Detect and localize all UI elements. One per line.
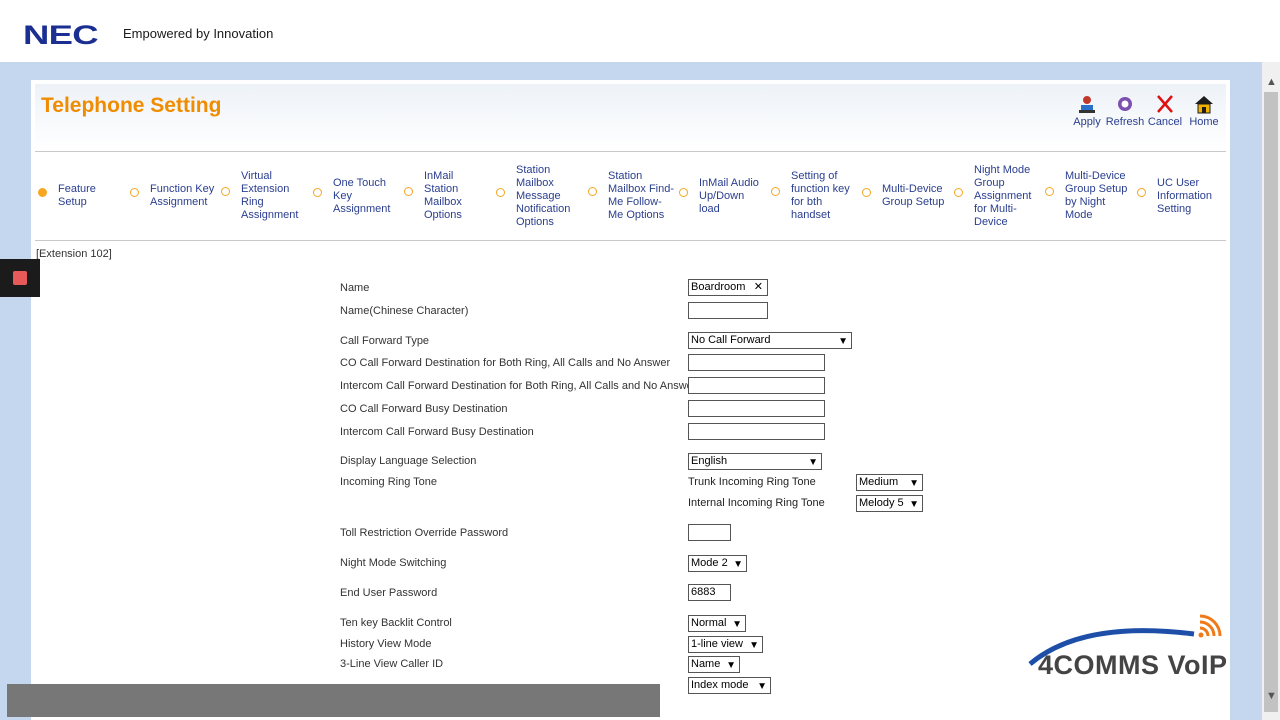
- chevron-down-icon: ▼: [732, 619, 742, 630]
- chevron-down-icon: ▼: [838, 336, 848, 347]
- intercom-cf-busy-field[interactable]: [688, 423, 825, 440]
- cancel-label: Cancel: [1147, 116, 1183, 128]
- tab-one-touch-key[interactable]: One Touch Key Assignment: [313, 177, 393, 216]
- tab-inmail-mailbox-options[interactable]: InMail Station Mailbox Options: [404, 170, 476, 222]
- name-chinese-label: Name(Chinese Character): [340, 305, 469, 317]
- end-user-password-label: End User Password: [340, 587, 438, 599]
- history-view-mode-select[interactable]: 1-line view ▼: [688, 636, 763, 653]
- index-mode-select[interactable]: Index mode ▼: [688, 677, 771, 694]
- name-label: Name: [340, 282, 370, 294]
- call-forward-type-select[interactable]: No Call Forward ▼: [688, 332, 852, 349]
- panel-header: Telephone Setting Apply Refresh Cancel H…: [35, 84, 1226, 150]
- chevron-down-icon: ▼: [749, 640, 759, 651]
- tab-mailbox-notification[interactable]: Station Mailbox Message Notification Opt…: [496, 164, 576, 229]
- cancel-icon: [1157, 95, 1173, 113]
- intercom-cf-destination-field[interactable]: [688, 377, 825, 394]
- tab-feature-setup[interactable]: Feature Setup: [38, 183, 118, 209]
- tab-uc-user-information[interactable]: UC User Information Setting: [1137, 177, 1223, 216]
- radio-icon: [679, 188, 688, 197]
- co-cf-destination-field[interactable]: [688, 354, 825, 371]
- top-banner: NEC Empowered by Innovation: [0, 0, 1280, 62]
- tab-bth-handset[interactable]: Setting of function key for bth handset: [771, 170, 853, 222]
- radio-icon: [496, 188, 505, 197]
- radio-icon: [313, 188, 322, 197]
- tab-multi-device-night-mode[interactable]: Multi-Device Group Setup by Night Mode: [1045, 170, 1129, 222]
- radio-icon: [1045, 187, 1054, 196]
- refresh-label: Refresh: [1105, 116, 1145, 128]
- toll-override-password-field[interactable]: [688, 524, 731, 541]
- radio-icon: [404, 187, 413, 196]
- scroll-down-icon[interactable]: ▼: [1266, 690, 1277, 702]
- home-button[interactable]: Home: [1182, 94, 1226, 128]
- internal-ring-tone-label: Internal Incoming Ring Tone: [688, 497, 825, 509]
- divider: [35, 240, 1226, 241]
- radio-icon: [862, 188, 871, 197]
- intercom-cf-destination-label: Intercom Call Forward Destination for Bo…: [340, 380, 697, 392]
- toll-override-password-label: Toll Restriction Override Password: [340, 527, 509, 539]
- nec-logo: NEC: [23, 20, 99, 50]
- refresh-icon: [1118, 97, 1132, 111]
- tab-find-me-follow-me[interactable]: Station Mailbox Find-Me Follow-Me Option…: [588, 170, 676, 222]
- chevron-down-icon: ▼: [909, 478, 919, 489]
- name-field[interactable]: Boardroom ✕: [688, 279, 768, 296]
- history-view-mode-label: History View Mode: [340, 638, 432, 650]
- overlay-bar: [7, 684, 660, 717]
- apply-label: Apply: [1073, 116, 1101, 128]
- radio-icon: [38, 188, 47, 197]
- end-user-password-field[interactable]: 6883: [688, 584, 731, 601]
- tab-virtual-extension-ring[interactable]: Virtual Extension Ring Assignment: [221, 170, 307, 222]
- display-language-label: Display Language Selection: [340, 455, 477, 467]
- internal-ring-tone-select[interactable]: Melody 5 ▼: [856, 495, 923, 512]
- cancel-button[interactable]: Cancel: [1143, 94, 1187, 128]
- scroll-up-icon[interactable]: ▲: [1266, 76, 1277, 88]
- chevron-down-icon: ▼: [733, 559, 743, 570]
- display-language-select[interactable]: English ▼: [688, 453, 822, 470]
- home-icon: [1195, 96, 1213, 114]
- chevron-down-icon: ▼: [757, 681, 767, 692]
- co-cf-destination-label: CO Call Forward Destination for Both Rin…: [340, 357, 671, 369]
- radio-icon: [771, 187, 780, 196]
- tab-multi-device-group[interactable]: Multi-Device Group Setup: [862, 183, 948, 209]
- trunk-ring-tone-label: Trunk Incoming Ring Tone: [688, 476, 816, 488]
- co-cf-busy-field[interactable]: [688, 400, 825, 417]
- radio-icon: [130, 188, 139, 197]
- caller-id-label: 3-Line View Caller ID: [340, 658, 444, 670]
- refresh-button[interactable]: Refresh: [1103, 94, 1147, 128]
- chevron-down-icon: ▼: [808, 457, 818, 468]
- clear-icon[interactable]: ✕: [754, 280, 763, 295]
- tab-inmail-audio[interactable]: InMail Audio Up/Down load: [679, 177, 763, 216]
- name-chinese-field[interactable]: [688, 302, 768, 319]
- backlit-control-select[interactable]: Normal ▼: [688, 615, 746, 632]
- call-forward-type-label: Call Forward Type: [340, 335, 430, 347]
- radio-icon: [588, 187, 597, 196]
- page-title: Telephone Setting: [41, 94, 222, 117]
- brand-watermark: 4COMMS VoIP: [1022, 614, 1234, 684]
- co-cf-busy-label: CO Call Forward Busy Destination: [340, 403, 508, 415]
- intercom-cf-busy-label: Intercom Call Forward Busy Destination: [340, 426, 534, 438]
- tab-function-key-assignment[interactable]: Function Key Assignment: [130, 183, 216, 209]
- extension-label: [Extension 102]: [36, 248, 112, 260]
- night-mode-switching-label: Night Mode Switching: [340, 557, 447, 569]
- tagline: Empowered by Innovation: [123, 26, 274, 41]
- chevron-down-icon: ▼: [909, 499, 919, 510]
- caller-id-select[interactable]: Name ▼: [688, 656, 740, 673]
- chevron-down-icon: ▼: [726, 660, 736, 671]
- vertical-scrollbar[interactable]: ▲ ▼: [1262, 62, 1280, 720]
- stop-icon: [13, 271, 27, 285]
- incoming-ring-tone-label: Incoming Ring Tone: [340, 476, 438, 488]
- trunk-ring-tone-select[interactable]: Medium ▼: [856, 474, 923, 491]
- night-mode-switching-select[interactable]: Mode 2 ▼: [688, 555, 747, 572]
- radio-icon: [1137, 188, 1146, 197]
- scroll-thumb[interactable]: [1264, 92, 1278, 712]
- record-button[interactable]: [0, 259, 40, 297]
- radio-icon: [954, 188, 963, 197]
- radio-icon: [221, 187, 230, 196]
- home-label: Home: [1189, 116, 1219, 128]
- apply-icon: [1079, 96, 1095, 113]
- backlit-control-label: Ten key Backlit Control: [340, 617, 452, 629]
- tab-night-mode-group[interactable]: Night Mode Group Assignment for Multi-De…: [954, 164, 1036, 229]
- divider: [35, 151, 1226, 152]
